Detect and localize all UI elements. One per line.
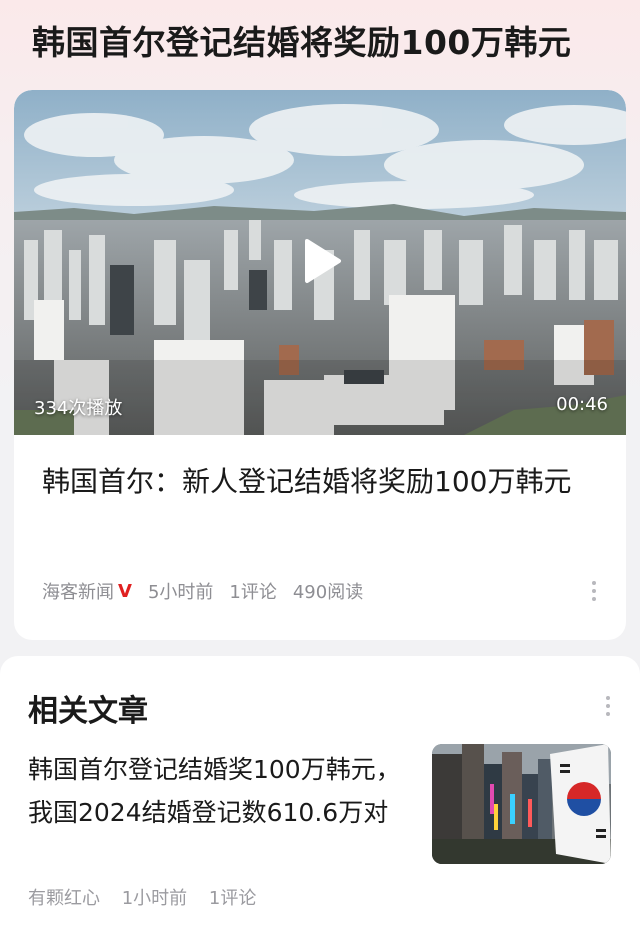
video-meta: 海客新闻 V 5小时前 1评论 490阅读 [42, 578, 379, 604]
section-more-icon[interactable] [605, 696, 611, 716]
video-title[interactable]: 韩国首尔：新人登记结婚将奖励100万韩元 [42, 460, 602, 504]
source-name[interactable]: 海客新闻 [42, 578, 114, 604]
video-card[interactable]: 334次播放 00:46 韩国首尔：新人登记结婚将奖励100万韩元 海客新闻 V… [14, 90, 626, 640]
article-source[interactable]: 有颗红心 [28, 888, 100, 909]
play-icon[interactable] [301, 237, 343, 285]
more-icon[interactable] [591, 581, 597, 601]
section-title: 相关文章 [28, 694, 148, 729]
article-title[interactable]: 韩国首尔登记结婚奖100万韩元，我国2024结婚登记数610.6万对 [28, 748, 408, 834]
article-comments[interactable]: 1评论 [209, 888, 256, 909]
article-time: 1小时前 [121, 888, 188, 909]
play-count: 334次播放 [34, 398, 123, 419]
video-player[interactable]: 334次播放 00:46 [14, 90, 626, 435]
read-count: 490阅读 [292, 582, 364, 603]
comment-count[interactable]: 1评论 [229, 578, 276, 604]
related-articles-section: 相关文章 韩国首尔登记结婚奖100万韩元，我国2024结婚登记数610.6万对 [0, 656, 640, 933]
verified-badge-icon: V [118, 580, 132, 602]
publish-time: 5小时前 [147, 582, 214, 603]
video-duration: 00:46 [556, 394, 608, 415]
article-meta: 有颗红心 1小时前 1评论 [28, 884, 272, 910]
article-thumbnail[interactable] [432, 744, 611, 864]
page-title: 韩国首尔登记结婚将奖励100万韩元 [32, 23, 572, 62]
